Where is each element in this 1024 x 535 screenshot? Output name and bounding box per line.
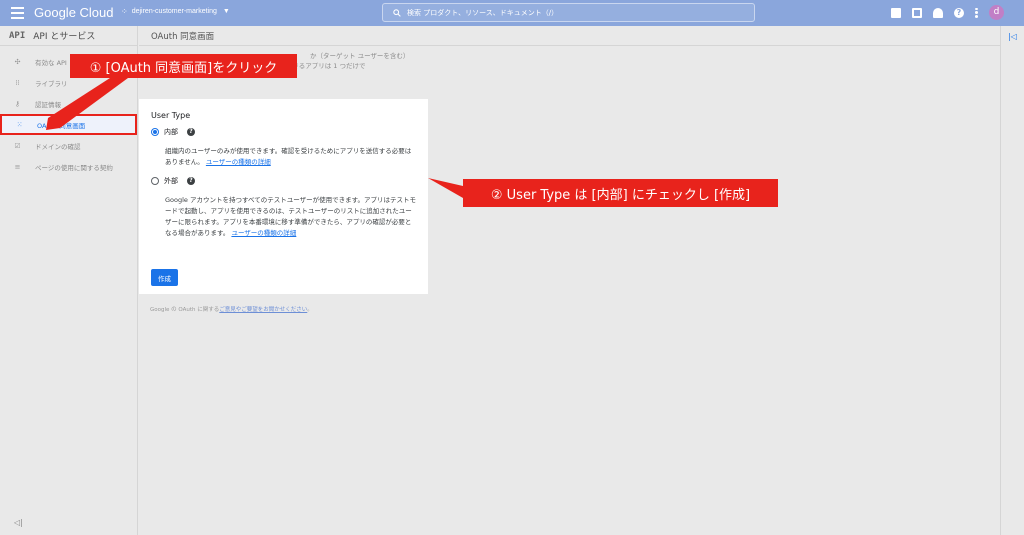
- feedback-link[interactable]: ご意見やご要望をお聞かせください: [219, 307, 307, 313]
- sidebar-item-label: ライブラリ: [35, 79, 68, 88]
- right-rail: |◁: [1000, 26, 1024, 535]
- project-selector[interactable]: ⁘ dejiren-customer-marketing ▼: [121, 7, 230, 16]
- avatar[interactable]: d: [989, 5, 1004, 20]
- sidebar-header: API API とサービス: [0, 26, 137, 46]
- chevron-down-icon: ▼: [222, 8, 230, 15]
- sidebar-item-label: OAuth 同意画面: [37, 121, 86, 130]
- diamond-icon: ✣: [14, 57, 21, 66]
- feedback-note: Google の OAuth に関するご意見やご要望をお聞かせください。: [150, 307, 313, 313]
- collapse-sidebar-icon[interactable]: ◁|: [14, 518, 23, 527]
- internal-help-text: 組織内のユーザーのみが使用できます。確認を受けるためにアプリを送信する必要はあり…: [165, 147, 412, 166]
- user-type-title: User Type: [151, 111, 191, 120]
- top-app-bar: Google Cloud ⁘ dejiren-customer-marketin…: [0, 0, 1024, 26]
- external-label: 外部: [164, 177, 178, 185]
- internal-radio[interactable]: [151, 128, 159, 136]
- search-icon: [393, 8, 401, 17]
- sidebar-item-domain-verification[interactable]: ☑ ドメインの確認: [0, 135, 137, 156]
- annotation-step1: ① [OAuth 同意画面]をクリック: [70, 54, 297, 78]
- sidebar-item-oauth-consent[interactable]: ⁙ OAuth 同意画面: [0, 114, 137, 135]
- grid-icon: ⁞⁞: [15, 78, 20, 87]
- external-option[interactable]: 外部 ?: [151, 176, 416, 186]
- top-actions: ? d: [891, 5, 1004, 20]
- arrow-step2: [428, 178, 463, 198]
- menu-icon[interactable]: [11, 7, 24, 19]
- help-icon[interactable]: ?: [954, 7, 964, 18]
- page-title: OAuth 同意画面: [139, 26, 1000, 46]
- sidebar-item-label: ページの使用に関する契約: [35, 163, 113, 172]
- internal-label: 内部: [164, 128, 178, 136]
- help-icon[interactable]: ?: [187, 177, 195, 185]
- gift-icon[interactable]: [891, 7, 901, 18]
- search-input[interactable]: 検索 プロダクト、リソース、ドキュメント（/）: [382, 3, 755, 22]
- external-learn-more-link[interactable]: ユーザーの種類の詳細: [231, 229, 296, 237]
- sidebar-item-label: ドメインの確認: [35, 142, 81, 151]
- checkbox-icon: ☑: [14, 141, 21, 150]
- sidebar-item-label: 有効な API: [35, 58, 67, 67]
- internal-learn-more-link[interactable]: ユーザーの種類の詳細: [206, 158, 271, 166]
- notifications-icon[interactable]: [933, 7, 943, 18]
- api-icon: API: [9, 30, 26, 41]
- sidebar-title: API とサービス: [33, 32, 96, 42]
- search-placeholder: 検索 プロダクト、リソース、ドキュメント（/）: [407, 8, 559, 17]
- more-vert-icon[interactable]: [975, 7, 978, 18]
- help-icon[interactable]: ?: [187, 128, 195, 136]
- project-icon: ⁘: [121, 7, 128, 16]
- create-button[interactable]: 作成: [151, 269, 178, 286]
- project-name: dejiren-customer-marketing: [131, 8, 217, 15]
- user-type-card: User Type 内部 ? 組織内のユーザーのみが使用できます。確認を受けるた…: [139, 99, 428, 294]
- internal-option[interactable]: 内部 ?: [151, 127, 416, 137]
- consent-icon: ⁙: [16, 120, 23, 129]
- external-help-text: Google アカウントを持つすべてのテストユーザーが使用できます。アプリはテス…: [165, 196, 416, 237]
- key-icon: ⚷: [14, 99, 21, 108]
- external-radio[interactable]: [151, 177, 159, 185]
- settings-list-icon: ≡: [14, 162, 21, 171]
- annotation-step2: ② User Type は [内部] にチェックし [作成]: [463, 179, 778, 207]
- google-cloud-logo[interactable]: Google Cloud: [34, 5, 114, 20]
- sidebar-item-page-usage-agreements[interactable]: ≡ ページの使用に関する契約: [0, 156, 137, 177]
- sidebar: API API とサービス ✣ 有効な API ⁞⁞ ライブラリ ⚷ 認証情報 …: [0, 26, 138, 535]
- cloud-shell-icon[interactable]: [912, 7, 922, 18]
- sidebar-item-credentials[interactable]: ⚷ 認証情報: [0, 93, 137, 114]
- expand-panel-icon[interactable]: |◁: [1008, 32, 1017, 41]
- sidebar-item-label: 認証情報: [35, 100, 61, 109]
